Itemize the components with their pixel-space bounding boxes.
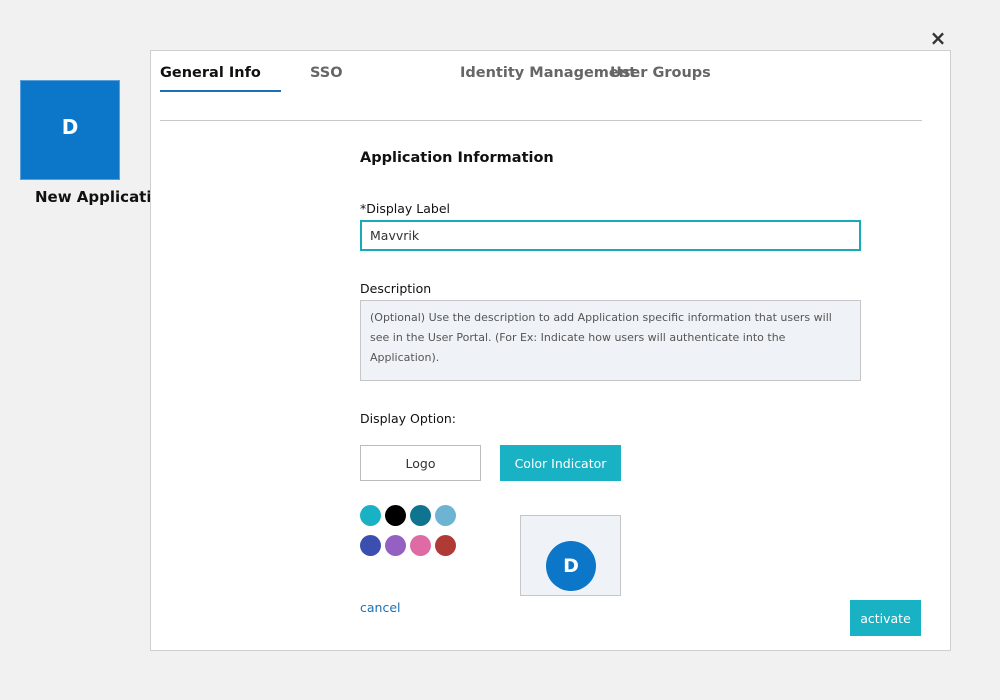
tab-divider [160, 120, 922, 121]
color-swatch-cyan[interactable] [360, 505, 381, 526]
color-swatch-purple[interactable] [385, 535, 406, 556]
color-swatch-red[interactable] [435, 535, 456, 556]
description-label: Description [360, 281, 432, 296]
display-option-label: Display Option: [360, 411, 456, 426]
color-preview-avatar: D [546, 541, 596, 591]
color-preview-box: D [520, 515, 621, 596]
tab-general-info[interactable]: General Info [160, 65, 261, 81]
description-input[interactable]: (Optional) Use the description to add Ap… [360, 300, 861, 381]
tab-sso[interactable]: SSO [310, 65, 343, 81]
activate-button[interactable]: activate [850, 600, 921, 636]
color-swatch-teal[interactable] [410, 505, 431, 526]
app-tile[interactable]: D [20, 80, 120, 180]
color-swatch-pink[interactable] [410, 535, 431, 556]
display-label-input[interactable] [360, 220, 861, 251]
color-indicator-option-button[interactable]: Color Indicator [500, 445, 621, 481]
color-swatch-indigo[interactable] [360, 535, 381, 556]
color-swatch-light-blue[interactable] [435, 505, 456, 526]
color-swatch-black[interactable] [385, 505, 406, 526]
app-settings-modal: General Info SSO Identity Management Use… [150, 50, 951, 651]
app-tile-initial: D [61, 115, 79, 139]
cancel-link[interactable]: cancel [360, 600, 401, 615]
close-icon[interactable]: × [928, 27, 948, 49]
section-title: Application Information [360, 150, 554, 166]
logo-option-button[interactable]: Logo [360, 445, 481, 481]
active-tab-indicator [160, 90, 281, 92]
tab-user-groups[interactable]: User Groups [610, 65, 711, 81]
display-label-label: *Display Label [360, 201, 451, 216]
